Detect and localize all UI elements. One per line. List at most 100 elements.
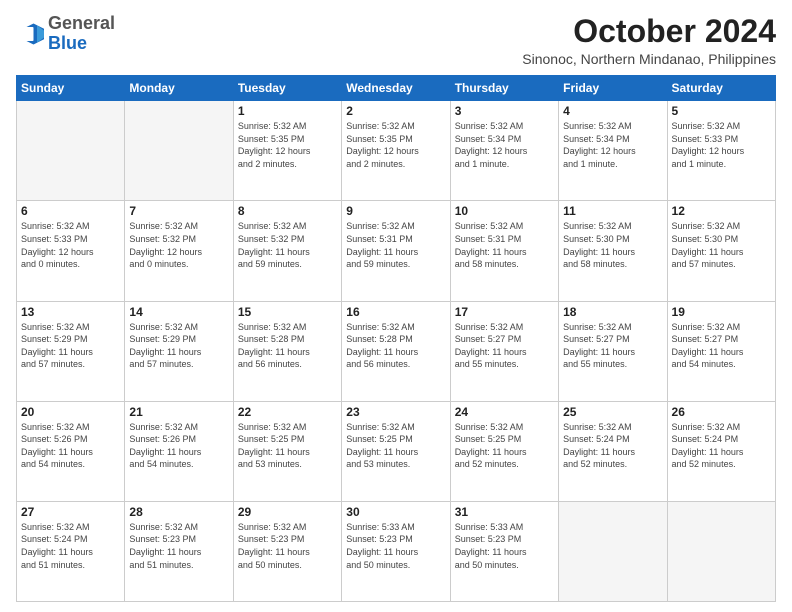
cell-w5-d3: 29 Sunrise: 5:32 AM Sunset: 5:23 PM Dayli… [233, 501, 341, 601]
day-info: Sunrise: 5:32 AM Sunset: 5:28 PM Dayligh… [346, 321, 445, 371]
day-info: Sunrise: 5:32 AM Sunset: 5:35 PM Dayligh… [346, 120, 445, 170]
day-number: 6 [21, 204, 120, 218]
logo-icon [16, 20, 44, 48]
page: General Blue October 2024 Sinonoc, North… [0, 0, 792, 612]
day-number: 19 [672, 305, 771, 319]
day-number: 9 [346, 204, 445, 218]
cell-w4-d4: 23 Sunrise: 5:32 AM Sunset: 5:25 PM Dayli… [342, 401, 450, 501]
day-info: Sunrise: 5:32 AM Sunset: 5:32 PM Dayligh… [129, 220, 228, 270]
day-info: Sunrise: 5:32 AM Sunset: 5:27 PM Dayligh… [563, 321, 662, 371]
day-info: Sunrise: 5:32 AM Sunset: 5:30 PM Dayligh… [563, 220, 662, 270]
day-number: 22 [238, 405, 337, 419]
week-row-2: 6 Sunrise: 5:32 AM Sunset: 5:33 PM Daylig… [17, 201, 776, 301]
day-info: Sunrise: 5:32 AM Sunset: 5:24 PM Dayligh… [563, 421, 662, 471]
day-number: 30 [346, 505, 445, 519]
day-info: Sunrise: 5:32 AM Sunset: 5:23 PM Dayligh… [238, 521, 337, 571]
cell-w5-d1: 27 Sunrise: 5:32 AM Sunset: 5:24 PM Dayli… [17, 501, 125, 601]
cell-w2-d6: 11 Sunrise: 5:32 AM Sunset: 5:30 PM Dayli… [559, 201, 667, 301]
day-number: 13 [21, 305, 120, 319]
cell-w1-d7: 5 Sunrise: 5:32 AM Sunset: 5:33 PM Daylig… [667, 101, 775, 201]
cell-w3-d4: 16Sunrise: 5:32 AM Sunset: 5:28 PM Dayli… [342, 301, 450, 401]
cell-w3-d7: 19Sunrise: 5:32 AM Sunset: 5:27 PM Dayli… [667, 301, 775, 401]
header: General Blue October 2024 Sinonoc, North… [16, 14, 776, 67]
logo-general-text: General [48, 13, 115, 33]
day-number: 29 [238, 505, 337, 519]
day-number: 2 [346, 104, 445, 118]
cell-w2-d4: 9Sunrise: 5:32 AM Sunset: 5:31 PM Daylig… [342, 201, 450, 301]
logo: General Blue [16, 14, 115, 54]
day-info: Sunrise: 5:32 AM Sunset: 5:24 PM Dayligh… [672, 421, 771, 471]
day-number: 31 [455, 505, 554, 519]
logo-blue-text: Blue [48, 33, 87, 53]
day-number: 8 [238, 204, 337, 218]
cell-w3-d3: 15Sunrise: 5:32 AM Sunset: 5:28 PM Dayli… [233, 301, 341, 401]
day-info: Sunrise: 5:32 AM Sunset: 5:30 PM Dayligh… [672, 220, 771, 270]
day-number: 5 [672, 104, 771, 118]
cell-w4-d3: 22 Sunrise: 5:32 AM Sunset: 5:25 PM Dayli… [233, 401, 341, 501]
day-number: 7 [129, 204, 228, 218]
cell-w1-d1 [17, 101, 125, 201]
day-info: Sunrise: 5:32 AM Sunset: 5:32 PM Dayligh… [238, 220, 337, 270]
day-number: 26 [672, 405, 771, 419]
day-info: Sunrise: 5:32 AM Sunset: 5:33 PM Dayligh… [672, 120, 771, 170]
cell-w4-d1: 20Sunrise: 5:32 AM Sunset: 5:26 PM Dayli… [17, 401, 125, 501]
cell-w1-d5: 3 Sunrise: 5:32 AM Sunset: 5:34 PM Daylig… [450, 101, 558, 201]
day-info: Sunrise: 5:32 AM Sunset: 5:25 PM Dayligh… [346, 421, 445, 471]
cell-w4-d6: 25 Sunrise: 5:32 AM Sunset: 5:24 PM Dayli… [559, 401, 667, 501]
day-number: 28 [129, 505, 228, 519]
day-info: Sunrise: 5:32 AM Sunset: 5:34 PM Dayligh… [455, 120, 554, 170]
cell-w2-d7: 12 Sunrise: 5:32 AM Sunset: 5:30 PM Dayli… [667, 201, 775, 301]
cell-w2-d1: 6 Sunrise: 5:32 AM Sunset: 5:33 PM Daylig… [17, 201, 125, 301]
day-number: 21 [129, 405, 228, 419]
day-number: 1 [238, 104, 337, 118]
week-row-4: 20Sunrise: 5:32 AM Sunset: 5:26 PM Dayli… [17, 401, 776, 501]
cell-w1-d2 [125, 101, 233, 201]
day-number: 23 [346, 405, 445, 419]
cell-w1-d3: 1 Sunrise: 5:32 AM Sunset: 5:35 PM Daylig… [233, 101, 341, 201]
week-row-1: 1 Sunrise: 5:32 AM Sunset: 5:35 PM Daylig… [17, 101, 776, 201]
calendar-header-row: Sunday Monday Tuesday Wednesday Thursday… [17, 76, 776, 101]
col-wednesday: Wednesday [342, 76, 450, 101]
cell-w3-d5: 17Sunrise: 5:32 AM Sunset: 5:27 PM Dayli… [450, 301, 558, 401]
cell-w2-d2: 7 Sunrise: 5:32 AM Sunset: 5:32 PM Daylig… [125, 201, 233, 301]
cell-w5-d2: 28 Sunrise: 5:32 AM Sunset: 5:23 PM Dayli… [125, 501, 233, 601]
day-number: 25 [563, 405, 662, 419]
day-info: Sunrise: 5:33 AM Sunset: 5:23 PM Dayligh… [346, 521, 445, 571]
day-number: 17 [455, 305, 554, 319]
week-row-5: 27 Sunrise: 5:32 AM Sunset: 5:24 PM Dayli… [17, 501, 776, 601]
cell-w1-d4: 2 Sunrise: 5:32 AM Sunset: 5:35 PM Daylig… [342, 101, 450, 201]
day-number: 10 [455, 204, 554, 218]
day-info: Sunrise: 5:32 AM Sunset: 5:25 PM Dayligh… [238, 421, 337, 471]
cell-w3-d6: 18 Sunrise: 5:32 AM Sunset: 5:27 PM Dayli… [559, 301, 667, 401]
day-number: 12 [672, 204, 771, 218]
day-info: Sunrise: 5:32 AM Sunset: 5:29 PM Dayligh… [21, 321, 120, 371]
col-saturday: Saturday [667, 76, 775, 101]
location-subtitle: Sinonoc, Northern Mindanao, Philippines [522, 51, 776, 67]
day-info: Sunrise: 5:32 AM Sunset: 5:26 PM Dayligh… [129, 421, 228, 471]
day-info: Sunrise: 5:32 AM Sunset: 5:23 PM Dayligh… [129, 521, 228, 571]
cell-w5-d6 [559, 501, 667, 601]
day-info: Sunrise: 5:32 AM Sunset: 5:26 PM Dayligh… [21, 421, 120, 471]
week-row-3: 13 Sunrise: 5:32 AM Sunset: 5:29 PM Dayli… [17, 301, 776, 401]
cell-w5-d7 [667, 501, 775, 601]
day-number: 24 [455, 405, 554, 419]
day-info: Sunrise: 5:32 AM Sunset: 5:25 PM Dayligh… [455, 421, 554, 471]
day-number: 27 [21, 505, 120, 519]
day-number: 11 [563, 204, 662, 218]
cell-w3-d2: 14Sunrise: 5:32 AM Sunset: 5:29 PM Dayli… [125, 301, 233, 401]
cell-w3-d1: 13 Sunrise: 5:32 AM Sunset: 5:29 PM Dayli… [17, 301, 125, 401]
cell-w2-d5: 10Sunrise: 5:32 AM Sunset: 5:31 PM Dayli… [450, 201, 558, 301]
cell-w5-d5: 31Sunrise: 5:33 AM Sunset: 5:23 PM Dayli… [450, 501, 558, 601]
day-info: Sunrise: 5:32 AM Sunset: 5:34 PM Dayligh… [563, 120, 662, 170]
day-info: Sunrise: 5:32 AM Sunset: 5:28 PM Dayligh… [238, 321, 337, 371]
day-number: 18 [563, 305, 662, 319]
day-info: Sunrise: 5:32 AM Sunset: 5:24 PM Dayligh… [21, 521, 120, 571]
day-number: 3 [455, 104, 554, 118]
day-info: Sunrise: 5:32 AM Sunset: 5:33 PM Dayligh… [21, 220, 120, 270]
col-thursday: Thursday [450, 76, 558, 101]
calendar-table: Sunday Monday Tuesday Wednesday Thursday… [16, 75, 776, 602]
day-info: Sunrise: 5:32 AM Sunset: 5:35 PM Dayligh… [238, 120, 337, 170]
day-info: Sunrise: 5:32 AM Sunset: 5:29 PM Dayligh… [129, 321, 228, 371]
title-block: October 2024 Sinonoc, Northern Mindanao,… [522, 14, 776, 67]
col-tuesday: Tuesday [233, 76, 341, 101]
